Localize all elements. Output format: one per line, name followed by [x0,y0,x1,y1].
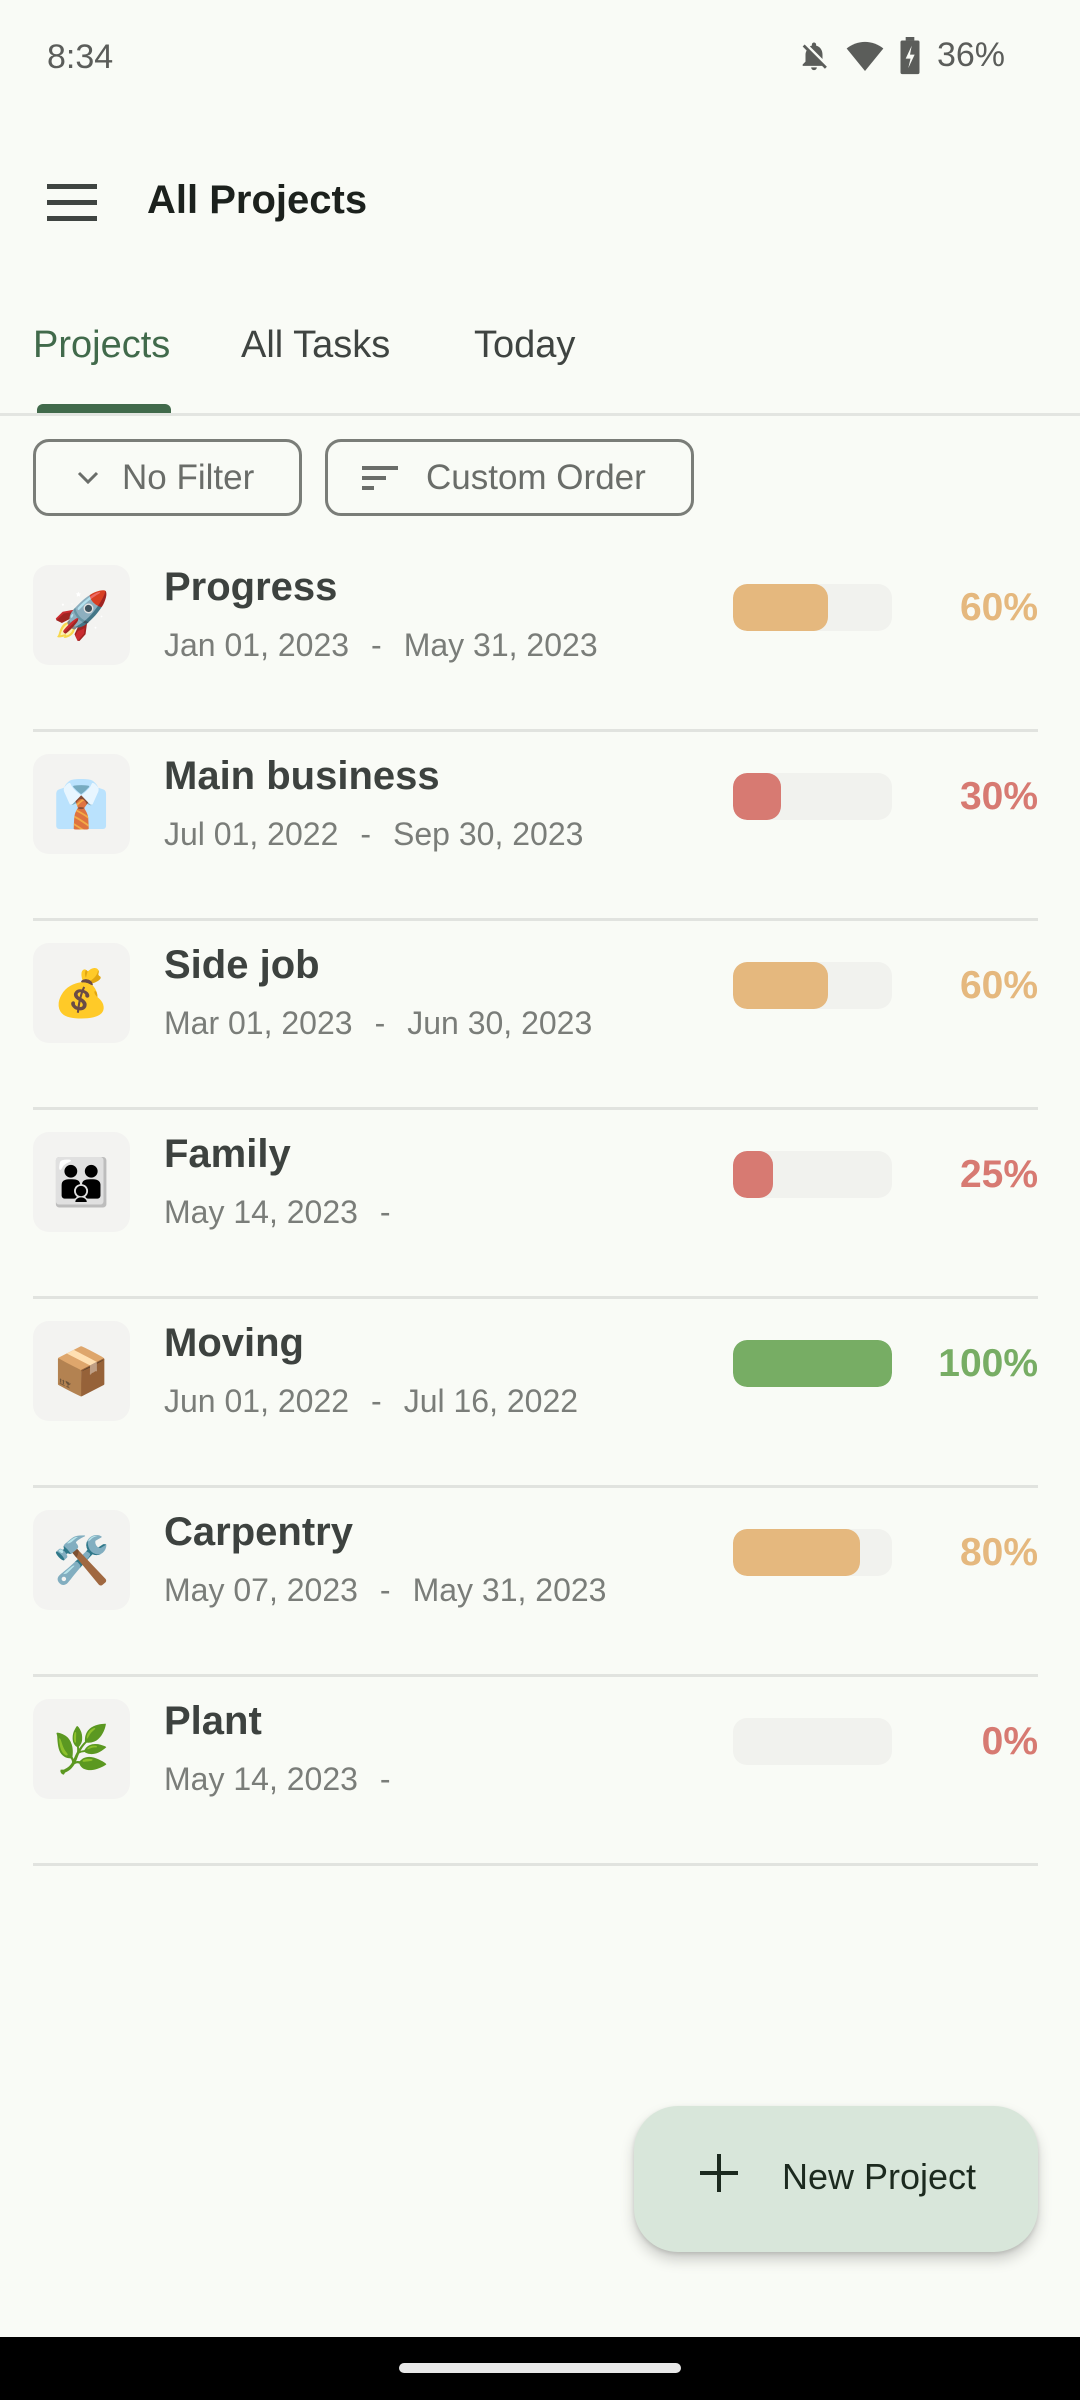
menu-line [47,215,97,221]
wifi-icon [846,41,884,71]
menu-line [47,199,97,205]
tab-today[interactable]: Today [474,324,575,367]
project-name: Moving [164,1321,304,1365]
project-dates: May 07, 2023 - May 31, 2023 [164,1572,606,1609]
project-name: Carpentry [164,1510,353,1554]
menu-line [47,183,97,189]
battery-charging-icon [900,36,920,74]
project-end-date: May 31, 2023 [403,627,598,663]
notifications-off-icon [802,42,827,70]
project-start-date: May 14, 2023 [164,1194,358,1230]
project-name: Progress [164,565,338,609]
chevron-down-icon [77,471,99,484]
family-icon: 👪 [33,1132,130,1232]
progress-track [733,584,892,631]
project-start-date: May 07, 2023 [164,1572,358,1608]
project-dates: Jul 01, 2022 - Sep 30, 2023 [164,816,583,853]
status-time: 8:34 [47,38,114,76]
project-start-date: Jun 01, 2022 [164,1383,350,1419]
hamburger-menu-icon[interactable] [36,172,110,232]
project-dates: Jan 01, 2023 - May 31, 2023 [164,627,598,664]
progress-fill [733,584,829,631]
date-separator: - [379,1194,391,1230]
date-separator: - [374,1005,386,1041]
new-project-label: New Project [782,2156,977,2197]
progress-track [733,1340,892,1387]
progress-track [733,962,892,1009]
filter-button[interactable]: No Filter [33,439,302,516]
system-nav-bar [0,2337,1080,2400]
progress-percent: 25% [959,1153,1038,1196]
project-start-date: Jan 01, 2023 [164,627,350,663]
progress-fill [733,1340,892,1387]
sort-order-button[interactable]: Custom Order [325,439,694,516]
progress-track [733,1718,892,1765]
rocket-icon: 🚀 [33,565,130,665]
progress-fill [733,1529,861,1576]
page-title: All Projects [147,178,368,222]
plus-icon [700,2154,738,2192]
progress-track [733,773,892,820]
herb-icon: 🌿 [33,1699,130,1799]
project-start-date: May 14, 2023 [164,1761,358,1797]
project-name: Side job [164,943,320,987]
project-start-date: Jul 01, 2022 [164,816,339,852]
package-icon: 📦 [33,1321,130,1421]
project-end-date: Jul 16, 2022 [403,1383,579,1419]
filter-label: No Filter [122,457,255,497]
progress-percent: 30% [959,775,1038,818]
progress-percent: 60% [959,586,1038,629]
tab-all-tasks[interactable]: All Tasks [241,324,390,367]
tab-projects[interactable]: Projects [33,324,170,367]
project-row[interactable]: 🌿 Plant May 14, 2023 - 0% [33,1677,1038,1866]
date-separator: - [379,1761,391,1797]
hammer-wrench-icon: 🛠️ [33,1510,130,1610]
project-row[interactable]: 💰 Side job Mar 01, 2023 - Jun 30, 2023 6… [33,921,1038,1110]
project-dates: May 14, 2023 - [164,1761,413,1798]
tab-bar: Projects All Tasks Today [0,310,1080,416]
date-separator: - [371,627,382,663]
project-end-date: Sep 30, 2023 [393,816,584,852]
project-end-date: May 31, 2023 [412,1572,607,1608]
status-icons: 36% [797,36,1005,75]
progress-track [733,1529,892,1576]
tab-indicator [37,404,171,413]
progress-fill [733,773,781,820]
project-row[interactable]: 🛠️ Carpentry May 07, 2023 - May 31, 2023… [33,1488,1038,1677]
date-separator: - [379,1572,391,1608]
progress-track [733,1151,892,1198]
progress-percent: 80% [959,1531,1038,1574]
project-dates: May 14, 2023 - [164,1194,413,1231]
project-start-date: Mar 01, 2023 [164,1005,353,1041]
date-separator: - [360,816,372,852]
home-gesture-handle[interactable] [399,2363,681,2373]
date-separator: - [371,1383,382,1419]
money-bag-icon: 💰 [33,943,130,1043]
project-row[interactable]: 🚀 Progress Jan 01, 2023 - May 31, 2023 6… [33,543,1038,732]
progress-percent: 0% [981,1720,1038,1763]
sort-icon [362,465,398,490]
project-dates: Mar 01, 2023 - Jun 30, 2023 [164,1005,592,1042]
project-name: Family [164,1132,291,1176]
shirt-tie-icon: 👔 [33,754,130,854]
new-project-button[interactable]: New Project [634,2106,1038,2252]
progress-fill [733,1151,773,1198]
project-row[interactable]: 👔 Main business Jul 01, 2022 - Sep 30, 2… [33,732,1038,921]
project-dates: Jun 01, 2022 - Jul 16, 2022 [164,1383,578,1420]
progress-percent: 60% [959,964,1038,1007]
progress-percent: 100% [938,1342,1038,1385]
project-row[interactable]: 📦 Moving Jun 01, 2022 - Jul 16, 2022 100… [33,1299,1038,1488]
project-row[interactable]: 👪 Family May 14, 2023 - 25% [33,1110,1038,1299]
project-name: Main business [164,754,440,798]
battery-percent: 36% [936,36,1005,74]
project-end-date: Jun 30, 2023 [407,1005,593,1041]
sort-order-label: Custom Order [426,457,646,497]
project-name: Plant [164,1699,262,1743]
progress-fill [733,962,829,1009]
